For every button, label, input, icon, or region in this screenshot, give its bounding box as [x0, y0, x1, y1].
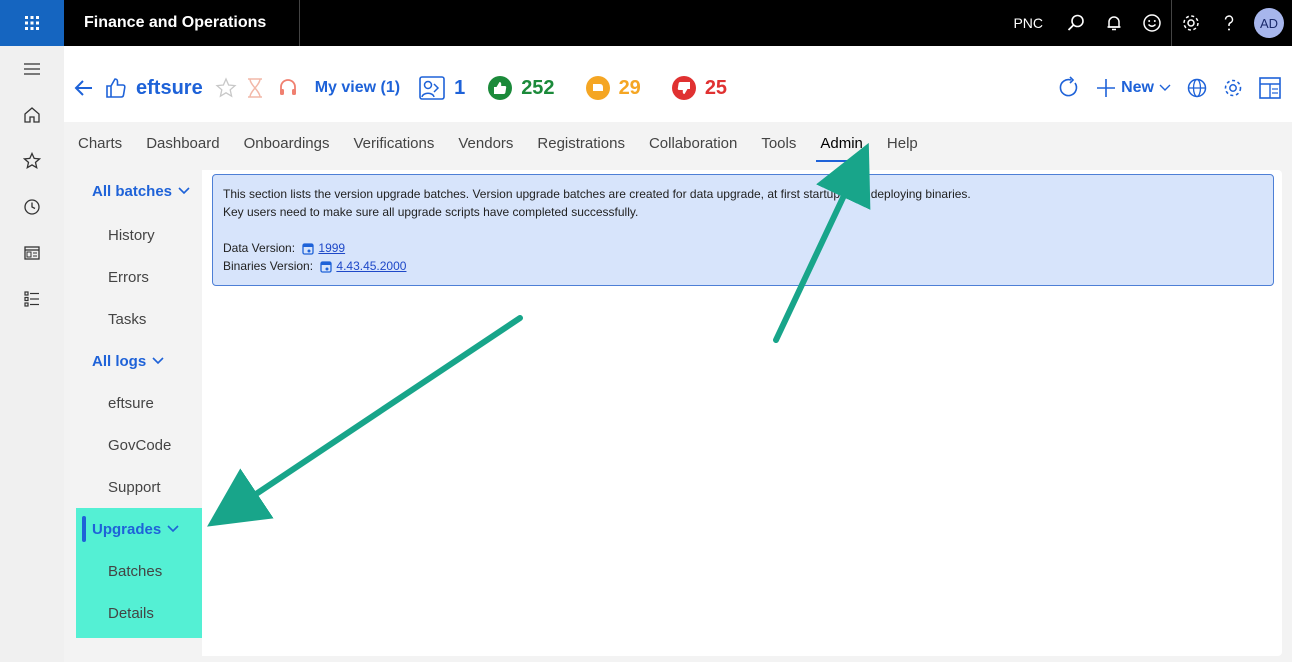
tab-collaboration[interactable]: Collaboration — [649, 129, 737, 158]
search-icon — [1067, 14, 1084, 31]
refresh-button[interactable] — [1057, 76, 1081, 100]
approved-count[interactable]: 252 — [487, 75, 555, 101]
expand-nav-button[interactable] — [0, 46, 64, 92]
help-button[interactable] — [1210, 0, 1248, 46]
like-button[interactable] — [104, 76, 128, 100]
home-icon — [24, 107, 40, 123]
feedback-button[interactable] — [1133, 0, 1171, 46]
binaries-version-link[interactable]: 4.43.45.2000 — [336, 259, 406, 273]
content-panel: All batches History Errors Tasks All log… — [76, 170, 1282, 656]
page-settings-button[interactable] — [1222, 77, 1244, 99]
tab-admin[interactable]: Admin — [816, 129, 867, 162]
thumbs-up-filled-icon — [488, 76, 513, 100]
layout-button[interactable] — [1258, 76, 1282, 100]
tab-help[interactable]: Help — [887, 129, 918, 158]
tab-charts[interactable]: Charts — [78, 129, 122, 158]
my-view-selector[interactable]: My view (1) — [315, 79, 400, 97]
chevron-down-icon — [1159, 84, 1171, 91]
info-banner: This section lists the version upgrade b… — [212, 174, 1274, 286]
record-icon — [302, 243, 315, 255]
hourglass-icon — [247, 78, 262, 98]
back-button[interactable] — [72, 76, 96, 100]
nav-item-tasks[interactable]: Tasks — [76, 298, 202, 340]
refresh-icon — [1059, 76, 1078, 97]
user-avatar[interactable]: AD — [1254, 8, 1284, 38]
tab-vendors[interactable]: Vendors — [458, 129, 513, 158]
company-picker[interactable]: PNC — [1013, 15, 1043, 31]
content-area: All batches History Errors Tasks All log… — [64, 164, 1292, 662]
settings-button[interactable] — [1172, 0, 1210, 46]
info-line-1: This section lists the version upgrade b… — [223, 187, 971, 201]
nav-item-details[interactable]: Details — [76, 592, 202, 634]
navigation-rail — [0, 46, 65, 662]
clock-icon — [24, 199, 40, 215]
tab-verifications[interactable]: Verifications — [353, 129, 434, 158]
data-version-row: Data Version: 1999 — [223, 241, 346, 255]
nav-item-history[interactable]: History — [76, 214, 202, 256]
timer-button[interactable] — [245, 77, 265, 99]
people-icon — [419, 76, 445, 100]
plus-icon — [1097, 79, 1116, 97]
thumbs-down-filled-icon — [671, 76, 696, 100]
record-icon — [320, 261, 333, 273]
app-launcher-button[interactable] — [0, 0, 64, 46]
app-name[interactable]: eftsure — [136, 77, 203, 100]
waffle-icon — [25, 16, 39, 30]
nav-group-upgrades[interactable]: Upgrades — [76, 508, 202, 550]
favorites-nav-button[interactable] — [0, 138, 64, 184]
thumbs-up-icon — [106, 78, 126, 98]
nav-group-all-batches[interactable]: All batches — [76, 170, 202, 212]
rejected-count[interactable]: 25 — [671, 75, 727, 101]
recent-nav-button[interactable] — [0, 184, 64, 230]
hamburger-icon — [24, 63, 40, 75]
binaries-version-row: Binaries Version: 4.43.45.2000 — [223, 259, 407, 273]
chevron-down-icon — [167, 525, 179, 533]
tab-onboardings[interactable]: Onboardings — [244, 129, 330, 158]
app-title[interactable]: Finance and Operations — [72, 0, 300, 46]
tab-tools[interactable]: Tools — [761, 129, 796, 158]
layout-icon — [1259, 77, 1281, 99]
language-button[interactable] — [1186, 77, 1208, 99]
star-outline-icon — [215, 77, 237, 98]
bell-icon — [1107, 16, 1121, 31]
notifications-button[interactable] — [1095, 0, 1133, 46]
support-button[interactable] — [277, 77, 299, 99]
help-icon — [1224, 15, 1234, 31]
chevron-down-icon — [178, 187, 190, 195]
tab-registrations[interactable]: Registrations — [537, 129, 625, 158]
nav-item-eftsure[interactable]: eftsure — [76, 382, 202, 424]
nav-item-batches[interactable]: Batches — [76, 550, 202, 592]
new-button[interactable]: New — [1095, 77, 1172, 99]
star-icon — [23, 152, 41, 170]
tab-dashboard[interactable]: Dashboard — [146, 129, 219, 158]
nav-group-all-logs[interactable]: All logs — [76, 340, 202, 382]
pending-count[interactable]: 29 — [585, 75, 641, 101]
nav-item-errors[interactable]: Errors — [76, 256, 202, 298]
selection-indicator — [82, 516, 86, 542]
thumbs-side-icon — [585, 76, 610, 100]
list-icon — [24, 291, 39, 307]
modules-nav-button[interactable] — [0, 276, 64, 322]
assigned-count[interactable]: 1 — [418, 75, 465, 101]
top-bar: Finance and Operations PNC AD — [0, 0, 1292, 46]
globe-icon — [1187, 78, 1207, 98]
nav-item-govcode[interactable]: GovCode — [76, 424, 202, 466]
back-arrow-icon — [74, 80, 92, 96]
side-navigation: All batches History Errors Tasks All log… — [76, 170, 202, 656]
smiley-icon — [1143, 14, 1161, 32]
chevron-down-icon — [152, 357, 164, 365]
gear-outline-icon — [1224, 79, 1242, 97]
tab-bar: Charts Dashboard Onboardings Verificatio… — [64, 122, 1292, 164]
workspace-icon — [24, 246, 40, 260]
headset-icon — [279, 79, 296, 95]
favorite-button[interactable] — [215, 77, 237, 99]
nav-item-support[interactable]: Support — [76, 466, 202, 508]
action-bar: eftsure My view (1) 1 252 29 25 New — [64, 46, 1292, 122]
info-line-2: Key users need to make sure all upgrade … — [223, 205, 639, 219]
data-version-link[interactable]: 1999 — [318, 241, 345, 255]
workspaces-nav-button[interactable] — [0, 230, 64, 276]
gear-icon — [1183, 15, 1199, 31]
home-nav-button[interactable] — [0, 92, 64, 138]
search-button[interactable] — [1057, 0, 1095, 46]
